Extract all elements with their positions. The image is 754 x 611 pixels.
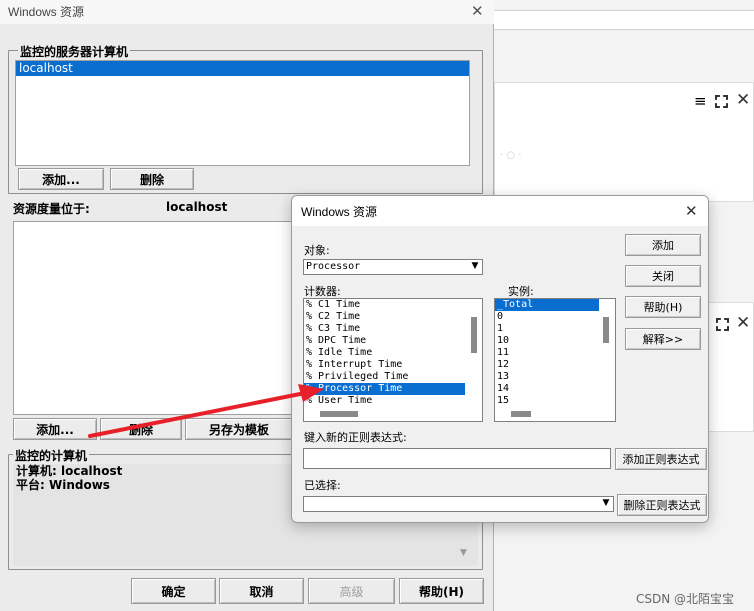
annotation-arrow <box>88 384 324 438</box>
watermark: CSDN @北陌宝宝 <box>636 592 735 606</box>
